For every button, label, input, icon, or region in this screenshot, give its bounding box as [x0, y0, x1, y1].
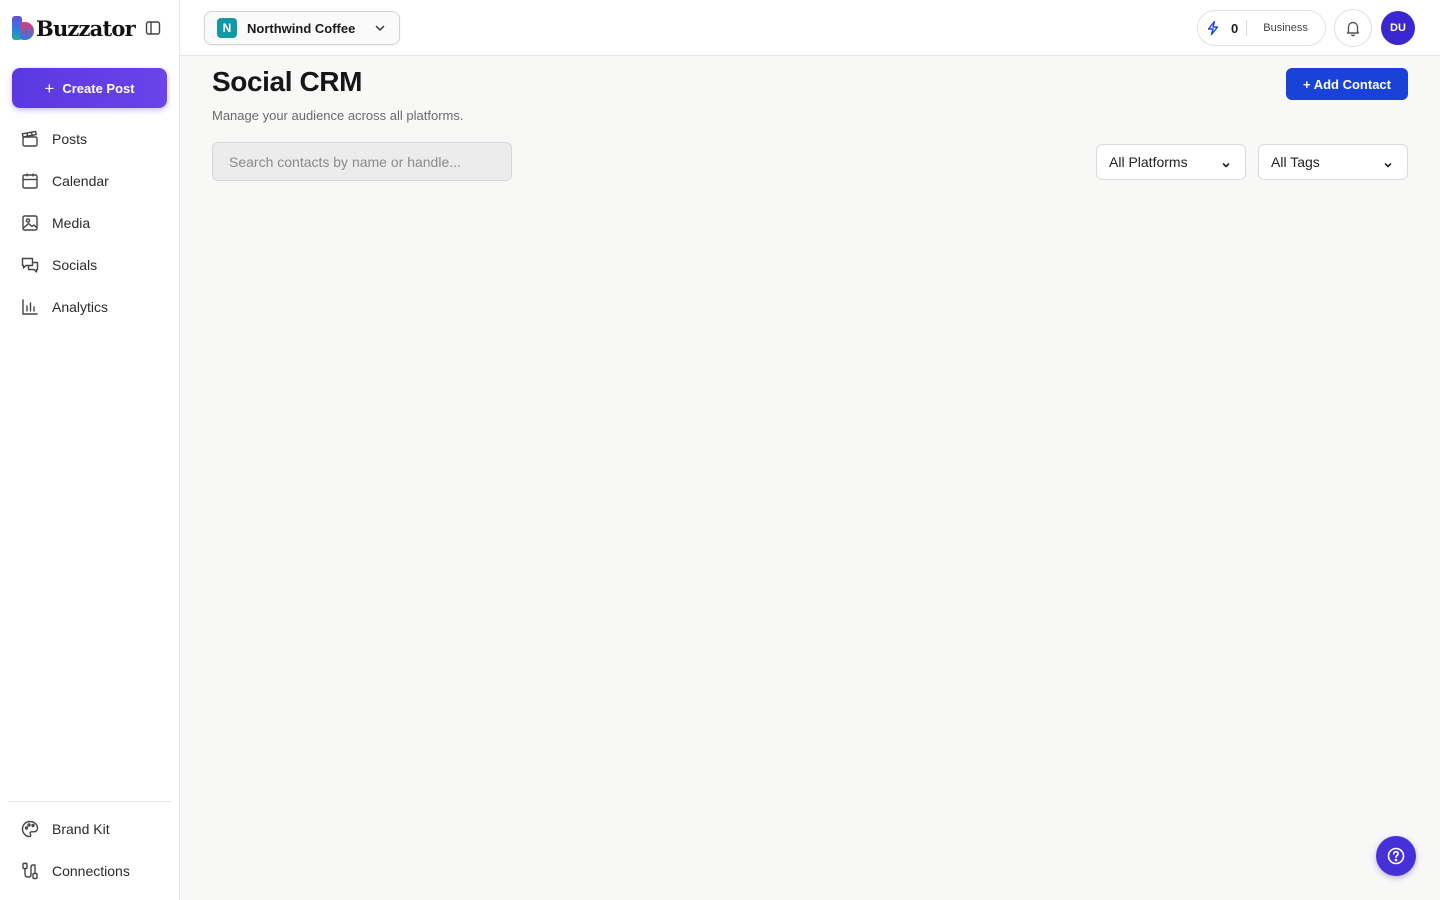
bell-icon	[1346, 21, 1360, 37]
tag-filter-value: All Tags	[1271, 154, 1320, 170]
sidebar-item-posts[interactable]: Posts	[8, 118, 172, 160]
plus-icon: +	[44, 78, 55, 98]
sidebar: Buzzator + Create Post Posts Calendar Me…	[0, 0, 180, 900]
create-post-button[interactable]: + Create Post	[12, 68, 167, 108]
top-bar: N Northwind Coffee 0 Business DU	[180, 0, 1440, 56]
sidebar-item-label: Posts	[52, 131, 88, 147]
platform-filter-select[interactable]: All Platforms	[1096, 144, 1246, 180]
image-icon	[20, 213, 40, 233]
page-subtitle: Manage your audience across all platform…	[212, 108, 464, 123]
sidebar-item-brand-kit[interactable]: Brand Kit	[8, 808, 172, 850]
sidebar-divider	[8, 801, 171, 802]
page-title: Social CRM	[212, 66, 363, 97]
cable-icon	[20, 861, 40, 881]
calendar-icon	[20, 171, 40, 191]
workspace-badge: N	[217, 18, 237, 38]
help-icon	[1387, 847, 1405, 865]
sidebar-item-label: Socials	[52, 257, 98, 273]
logo-icon	[12, 16, 34, 40]
sidebar-nav: Posts Calendar Media Socials Analytics	[8, 118, 172, 328]
credits-pill[interactable]: 0 Business	[1197, 10, 1326, 46]
sidebar-item-analytics[interactable]: Analytics	[8, 286, 172, 328]
chevron-down-icon	[1383, 157, 1393, 168]
brand-logo[interactable]: Buzzator	[12, 14, 136, 42]
bar-chart-icon	[20, 297, 40, 317]
sidebar-item-media[interactable]: Media	[8, 202, 172, 244]
sidebar-item-label: Media	[52, 215, 91, 231]
sidebar-item-label: Calendar	[52, 173, 109, 189]
platform-filter-value: All Platforms	[1109, 154, 1188, 170]
sidebar-toggle-icon[interactable]	[144, 19, 162, 37]
sidebar-item-label: Brand Kit	[52, 821, 110, 837]
add-contact-button[interactable]: + Add Contact	[1286, 68, 1408, 100]
workspace-selector[interactable]: N Northwind Coffee	[204, 11, 400, 45]
workspace-name: Northwind Coffee	[247, 20, 356, 36]
sidebar-item-calendar[interactable]: Calendar	[8, 160, 172, 202]
sidebar-item-connections[interactable]: Connections	[8, 850, 172, 892]
divider	[1246, 20, 1248, 36]
plan-label: Business	[1263, 22, 1308, 34]
notifications-button[interactable]	[1334, 9, 1372, 47]
brand-name: Buzzator	[36, 15, 136, 41]
palette-icon	[20, 819, 40, 839]
help-button[interactable]	[1376, 836, 1416, 876]
create-post-label: Create Post	[62, 80, 135, 96]
sidebar-item-label: Connections	[52, 863, 130, 879]
sidebar-item-socials[interactable]: Socials	[8, 244, 172, 286]
clapperboard-icon	[20, 129, 40, 149]
chevron-down-icon	[1221, 157, 1231, 168]
search-input[interactable]	[212, 142, 512, 181]
sidebar-bottom-nav: Brand Kit Connections	[8, 808, 172, 892]
credits-count: 0	[1231, 20, 1239, 36]
avatar[interactable]: DU	[1381, 11, 1415, 45]
chevron-down-icon	[373, 21, 387, 35]
tag-filter-select[interactable]: All Tags	[1258, 144, 1408, 180]
lightning-icon	[1205, 20, 1221, 36]
chat-bubbles-icon	[20, 255, 40, 275]
sidebar-item-label: Analytics	[52, 299, 109, 315]
